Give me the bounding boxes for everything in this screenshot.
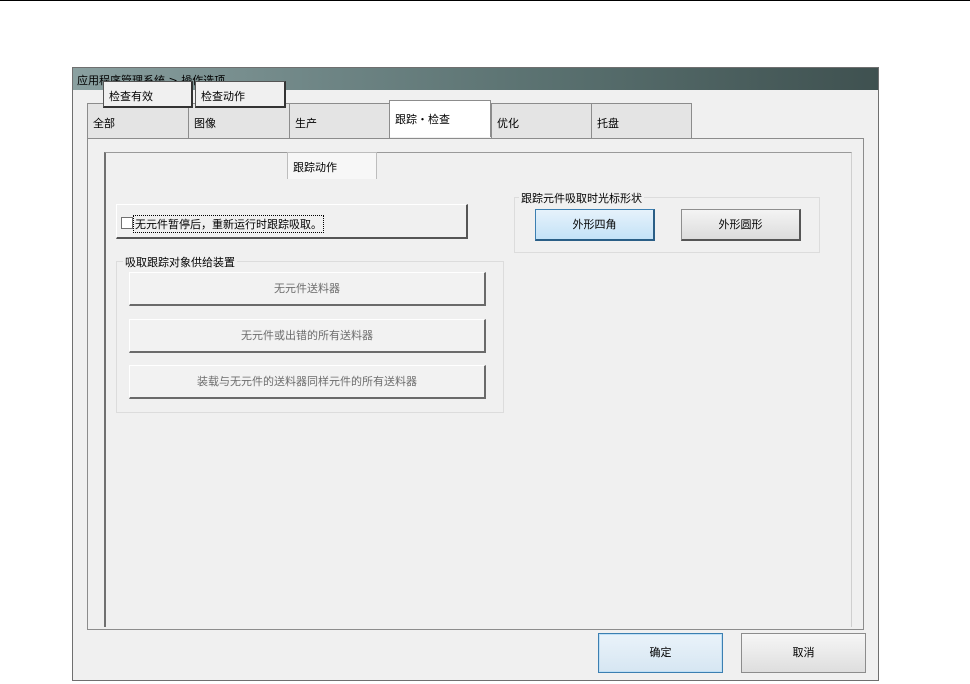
cursor-shape-circle-button[interactable]: 外形圆形 [681, 209, 801, 241]
options-dialog: 应用程序管理系统 > 操作选项 全部 图像 生产 跟踪・检查 优化 托盘 检查有… [72, 67, 879, 681]
rerun-tracking-label: 无元件暂停后，重新运行时跟踪吸取。 [133, 215, 324, 233]
tab-production[interactable]: 生产 [289, 103, 390, 138]
tab-all-label: 全部 [93, 117, 115, 130]
cancel-button[interactable]: 取消 [741, 633, 866, 673]
ok-button-label: 确定 [649, 646, 672, 659]
tab-tracking-inspection[interactable]: 跟踪・检查 [389, 100, 491, 137]
cancel-button-label: 取消 [792, 646, 815, 659]
subtab-tracking-action[interactable]: 跟踪动作 [287, 152, 377, 179]
top-divider-line [0, 0, 970, 1]
tab-image-label: 图像 [194, 117, 216, 130]
subtab-inspection-action-label: 检查动作 [201, 90, 245, 103]
cursor-shape-circle-label: 外形圆形 [718, 218, 763, 231]
cursor-shape-group-title: 跟踪元件吸取时光标形状 [519, 190, 644, 206]
ok-button[interactable]: 确定 [598, 633, 723, 673]
subtab-tracking-action-label: 跟踪动作 [293, 161, 337, 174]
feeder-option-no-component-or-error[interactable]: 无元件或出错的所有送料器 [129, 319, 486, 353]
feeder-option-no-component[interactable]: 无元件送料器 [129, 272, 486, 306]
tab-production-label: 生产 [295, 117, 317, 130]
title-bar: 应用程序管理系统 > 操作选项 [73, 68, 878, 90]
subtab-inspection-enabled[interactable]: 检查有效 [103, 81, 193, 108]
cursor-shape-corners-label: 外形四角 [572, 218, 617, 231]
feeder-option-no-component-or-error-label: 无元件或出错的所有送料器 [241, 329, 373, 342]
feeder-option-same-component-label: 装载与无元件的送料器同样元件的所有送料器 [197, 375, 417, 388]
tab-tray[interactable]: 托盘 [591, 103, 692, 138]
feeder-option-no-component-label: 无元件送料器 [274, 282, 340, 295]
feeder-group-title: 吸取跟踪对象供给装置 [123, 254, 237, 270]
tab-tray-label: 托盘 [597, 117, 619, 130]
tab-optimization-label: 优化 [497, 117, 519, 130]
rerun-tracking-checkbox[interactable] [121, 217, 133, 229]
feeder-option-same-component[interactable]: 装载与无元件的送料器同样元件的所有送料器 [129, 365, 486, 399]
tab-image[interactable]: 图像 [188, 103, 290, 138]
tab-optimization[interactable]: 优化 [491, 103, 592, 138]
cursor-shape-corners-button[interactable]: 外形四角 [535, 209, 655, 241]
tab-all[interactable]: 全部 [87, 103, 189, 138]
subtab-inspection-action[interactable]: 检查动作 [195, 81, 286, 108]
tab-tracking-inspection-label: 跟踪・检查 [395, 113, 450, 126]
rerun-tracking-checkbox-button[interactable]: 无元件暂停后，重新运行时跟踪吸取。 [116, 204, 468, 239]
subtab-inspection-enabled-label: 检查有效 [109, 90, 153, 103]
